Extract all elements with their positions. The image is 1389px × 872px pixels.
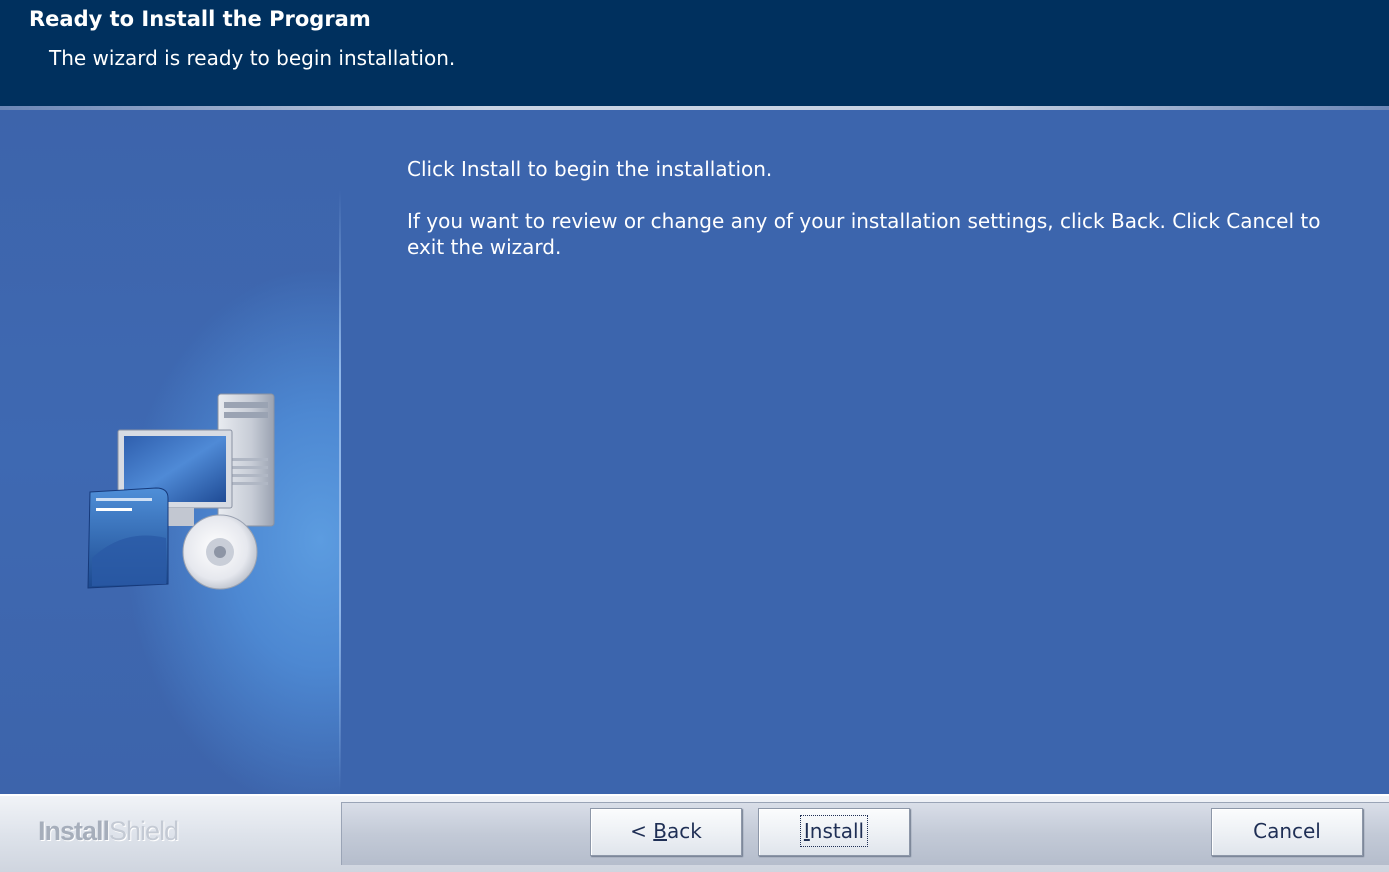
- brand-shield-text: Shield: [109, 816, 179, 846]
- instruction-text: Click Install to begin the installation.: [407, 157, 773, 181]
- page-title: Ready to Install the Program: [29, 7, 371, 31]
- footer-divider: [0, 794, 1389, 796]
- install-focus-rect: Install: [799, 815, 869, 847]
- page-subtitle: The wizard is ready to begin installatio…: [49, 46, 456, 70]
- installer-wizard-window: Ready to Install the Program The wizard …: [0, 0, 1389, 872]
- wizard-header: Ready to Install the Program The wizard …: [0, 0, 1389, 106]
- brand-install-text: Install: [38, 816, 110, 846]
- wizard-footer: InstallShield < Back Install Cancel: [0, 794, 1389, 872]
- install-label: nstall: [809, 819, 865, 843]
- cancel-button[interactable]: Cancel: [1211, 808, 1363, 856]
- installation-illustration: [87, 393, 275, 590]
- review-settings-text: If you want to review or change any of y…: [407, 209, 1321, 259]
- back-button[interactable]: < Back: [590, 808, 742, 856]
- software-box-icon: [87, 487, 169, 589]
- install-button[interactable]: Install: [758, 808, 910, 856]
- panel-divider: [339, 190, 341, 790]
- installshield-logo: InstallShield: [38, 814, 179, 848]
- back-mnemonic: B: [653, 819, 667, 843]
- cd-disc-icon: [182, 514, 258, 590]
- back-label: ack: [667, 819, 702, 843]
- back-prefix: <: [630, 819, 654, 843]
